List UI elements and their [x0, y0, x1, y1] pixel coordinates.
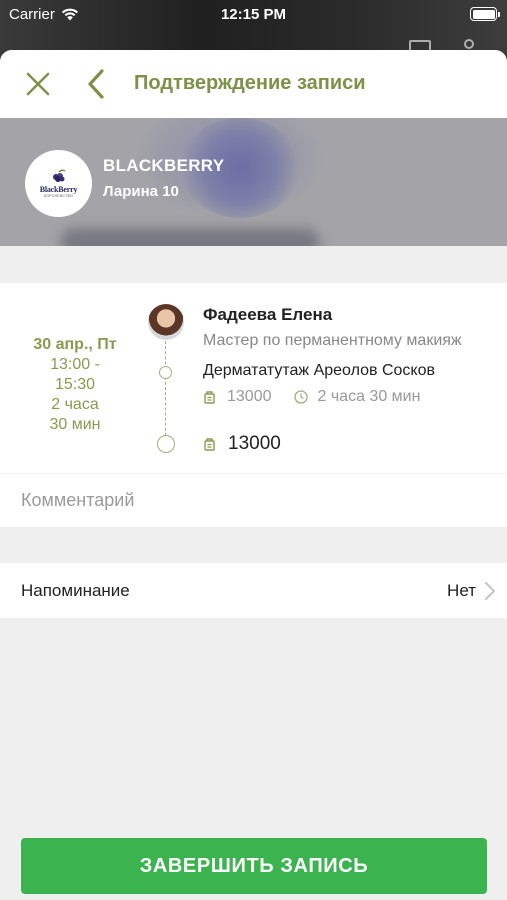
price-tag-icon	[204, 391, 215, 404]
total-price: 13000	[203, 433, 281, 455]
appointment-date: 30 апр., Пт	[33, 336, 117, 353]
battery-icon	[470, 7, 500, 21]
appointment-duration: 2 часа 30 мин	[49, 396, 101, 433]
complete-booking-button[interactable]: ЗАВЕРШИТЬ ЗАПИСЬ	[21, 838, 487, 894]
timeline-dot	[159, 366, 172, 379]
master-name: Фадеева Елена	[203, 305, 333, 324]
service-meta: 13000 2 часа 30 мин	[203, 388, 420, 406]
chevron-right-icon	[485, 582, 495, 600]
logo-text: BlackBerry	[39, 185, 78, 194]
header: Подтверждение записи	[0, 50, 507, 118]
back-chevron-icon[interactable]	[82, 66, 112, 102]
master-avatar	[148, 304, 184, 340]
reminder-value: Нет	[447, 581, 476, 600]
service-price: 13000	[227, 388, 272, 405]
location-pin-icon	[464, 39, 474, 49]
clock: 12:15 PM	[220, 6, 287, 23]
close-icon[interactable]	[22, 68, 54, 100]
salon-name: BLACKBERRY	[103, 156, 225, 175]
service-duration: 2 часа 30 мин	[317, 388, 421, 405]
service-name: Дермататутаж Ареолов Сосков	[203, 362, 435, 379]
appointment-time: 13:00 - 15:30	[50, 356, 100, 393]
salon-banner: BlackBerry КОРОЛЕВСТВО BLACKBERRY Ларина…	[0, 118, 507, 246]
timeline-line	[165, 341, 166, 436]
salon-address: Ларина 10	[103, 183, 179, 200]
page-title: Подтверждение записи	[134, 72, 366, 94]
appointment-datetime: 30 апр., Пт 13:00 - 15:30 2 часа 30 мин	[10, 335, 140, 435]
comment-placeholder: Комментарий	[21, 490, 135, 510]
price-tag-icon	[204, 438, 215, 451]
logo-subtext: КОРОЛЕВСТВО	[43, 194, 74, 198]
total-price-value: 13000	[228, 433, 281, 454]
master-role: Мастер по перманентному макияж	[203, 332, 462, 349]
comment-field[interactable]: Комментарий	[0, 473, 507, 527]
salon-logo: BlackBerry КОРОЛЕВСТВО	[25, 150, 92, 217]
reminder-label: Напоминание	[21, 581, 130, 600]
reminder-row[interactable]: Напоминание Нет	[0, 563, 507, 618]
appointment-card: 30 апр., Пт 13:00 - 15:30 2 часа 30 мин …	[0, 283, 507, 473]
berry-icon	[52, 169, 65, 182]
banner-decoration-shadow	[60, 228, 320, 246]
timeline-end-dot	[157, 435, 175, 453]
status-bar: Carrier 12:15 PM	[0, 0, 507, 30]
booking-confirmation-sheet: Подтверждение записи BlackBerry КОРОЛЕВС…	[0, 50, 507, 900]
clock-icon	[293, 390, 308, 404]
